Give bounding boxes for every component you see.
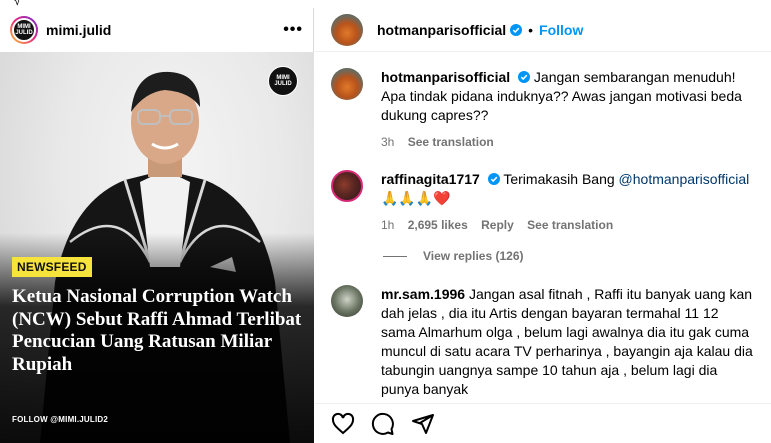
view-replies-button[interactable]: View replies (126) bbox=[383, 249, 755, 263]
post-action-bar bbox=[315, 403, 771, 443]
cropped-text: √ bbox=[14, 0, 21, 8]
newsfeed-tag: NEWSFEED bbox=[12, 257, 92, 277]
see-translation-link[interactable]: See translation bbox=[408, 135, 494, 149]
previous-post-edge: √ bbox=[0, 0, 771, 8]
comment-item: raffinagita1717 Terimakasih Bang @hotman… bbox=[331, 170, 755, 235]
follow-button[interactable]: Follow bbox=[539, 22, 583, 38]
mimi-julid-logo: MIMI JULID bbox=[268, 66, 298, 96]
avatar-logo-text: MIMI JULID bbox=[12, 18, 36, 42]
verified-badge-icon bbox=[510, 23, 523, 36]
commenter-username[interactable]: hotmanparisofficial bbox=[381, 69, 510, 85]
post-author-username[interactable]: mimi.julid bbox=[46, 22, 111, 38]
heart-icon[interactable] bbox=[331, 412, 355, 436]
post-image[interactable]: MIMI JULID NEWSFEED Ketua Nasional Corru… bbox=[0, 52, 314, 443]
reply-button[interactable]: Reply bbox=[481, 218, 514, 232]
comment-text: Terimakasih Bang bbox=[503, 171, 619, 187]
comment-item: hotmanparisofficial Jangan sembarangan m… bbox=[331, 68, 755, 152]
likes-count[interactable]: 2,695 likes bbox=[408, 218, 468, 232]
comment-meta: 1h 2,695 likes Reply See translation bbox=[381, 216, 755, 235]
commenter-avatar[interactable] bbox=[331, 285, 363, 317]
commenter-avatar[interactable] bbox=[331, 170, 363, 202]
comment-icon[interactable] bbox=[371, 412, 395, 436]
comment-time: 3h bbox=[381, 135, 395, 149]
mention-link[interactable]: @hotmanparisofficial bbox=[619, 171, 750, 187]
follow-handle-text: FOLLOW @MIMI.JULID2 bbox=[12, 415, 109, 424]
view-replies-label: View replies (126) bbox=[423, 249, 524, 263]
comment-text: Jangan asal fitnah , Raffi itu banyak ua… bbox=[381, 286, 753, 397]
post-header: MIMI JULID mimi.julid ••• bbox=[0, 8, 313, 52]
comment-emoji: 🙏🙏🙏❤️ bbox=[381, 190, 451, 206]
owner-avatar[interactable] bbox=[331, 13, 363, 46]
reply-line-divider bbox=[383, 255, 407, 257]
see-translation-link[interactable]: See translation bbox=[527, 218, 613, 232]
commenter-username[interactable]: raffinagita1717 bbox=[381, 171, 480, 187]
comment-time: 1h bbox=[381, 218, 395, 232]
verified-badge-icon bbox=[518, 71, 531, 83]
owner-username[interactable]: hotmanparisofficial bbox=[377, 22, 506, 38]
comment-body: hotmanparisofficial Jangan sembarangan m… bbox=[381, 68, 755, 152]
comments-panel: hotmanparisofficial • Follow hotmanparis… bbox=[315, 8, 771, 443]
more-horizontal-icon[interactable]: ••• bbox=[283, 21, 303, 39]
comment-item: mr.sam.1996 Jangan asal fitnah , Raffi i… bbox=[331, 285, 755, 399]
post-owner-header: hotmanparisofficial • Follow bbox=[315, 8, 771, 52]
comment-body: raffinagita1717 Terimakasih Bang @hotman… bbox=[381, 170, 755, 235]
verified-badge-icon bbox=[487, 173, 500, 185]
post-headline: Ketua Nasional Corruption Watch (NCW) Se… bbox=[12, 286, 302, 375]
commenter-username[interactable]: mr.sam.1996 bbox=[381, 286, 465, 302]
post-author-avatar[interactable]: MIMI JULID bbox=[10, 16, 38, 44]
commenter-avatar[interactable] bbox=[331, 68, 363, 100]
comment-meta: 3h See translation bbox=[381, 133, 755, 152]
separator-dot: • bbox=[528, 21, 534, 38]
post-media-panel: MIMI JULID mimi.julid ••• MIMI JULID NEW… bbox=[0, 8, 314, 443]
share-icon[interactable] bbox=[411, 412, 435, 436]
comments-list[interactable]: hotmanparisofficial Jangan sembarangan m… bbox=[315, 52, 771, 403]
comment-body: mr.sam.1996 Jangan asal fitnah , Raffi i… bbox=[381, 285, 755, 399]
